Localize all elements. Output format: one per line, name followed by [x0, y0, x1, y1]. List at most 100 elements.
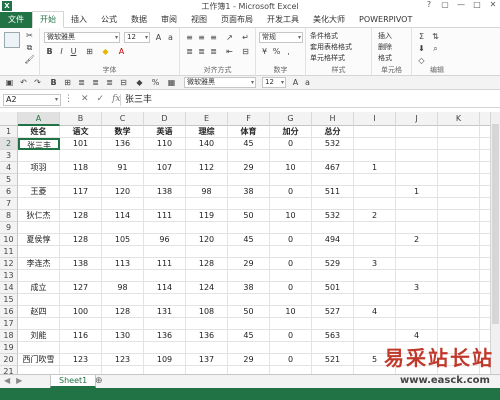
cell-j8[interactable]	[396, 210, 438, 222]
cell-k15[interactable]	[438, 294, 480, 306]
cell-a5[interactable]	[18, 174, 60, 186]
cell-b14[interactable]: 127	[60, 282, 102, 294]
row-header[interactable]: 18	[0, 330, 18, 342]
cell-j1[interactable]	[396, 126, 438, 138]
cell-f19[interactable]	[228, 342, 270, 354]
cell-k8[interactable]	[438, 210, 480, 222]
scrollbar-thumb[interactable]	[492, 124, 499, 324]
cell-h5[interactable]	[312, 174, 354, 186]
cell-h4[interactable]: 467	[312, 162, 354, 174]
cell-f1[interactable]: 体育	[228, 126, 270, 138]
cell-d11[interactable]	[144, 246, 186, 258]
cell-f17[interactable]	[228, 318, 270, 330]
cell-l7[interactable]	[480, 198, 490, 210]
cell-l10[interactable]	[480, 234, 490, 246]
italic-icon[interactable]: I	[56, 46, 67, 57]
cell-b21[interactable]	[60, 366, 102, 374]
cell-e12[interactable]: 128	[186, 258, 228, 270]
cell-a16[interactable]: 赵四	[18, 306, 60, 318]
cell-c18[interactable]: 130	[102, 330, 144, 342]
cell-g6[interactable]: 0	[270, 186, 312, 198]
cell-i14[interactable]	[354, 282, 396, 294]
cell-b16[interactable]: 100	[60, 306, 102, 318]
cell-k17[interactable]	[438, 318, 480, 330]
cell-f4[interactable]: 29	[228, 162, 270, 174]
cell-l1[interactable]	[480, 126, 490, 138]
column-header-e[interactable]: E	[186, 112, 228, 126]
cell-c19[interactable]	[102, 342, 144, 354]
underline-icon[interactable]: U	[68, 46, 79, 57]
cell-f6[interactable]: 38	[228, 186, 270, 198]
cell-k5[interactable]	[438, 174, 480, 186]
font-color-icon[interactable]: A	[116, 46, 127, 57]
paste-icon[interactable]	[4, 32, 20, 48]
cell-c15[interactable]	[102, 294, 144, 306]
qat-fill-icon[interactable]: ◆	[134, 77, 145, 88]
cell-d13[interactable]	[144, 270, 186, 282]
cell-i3[interactable]	[354, 150, 396, 162]
cell-e1[interactable]: 理综	[186, 126, 228, 138]
tab-1[interactable]: 开始	[32, 11, 64, 28]
shrink-font-icon[interactable]: a	[165, 32, 176, 43]
row-header[interactable]: 11	[0, 246, 18, 258]
cell-a12[interactable]: 李连杰	[18, 258, 60, 270]
cell-g12[interactable]: 0	[270, 258, 312, 270]
tab-3[interactable]: 公式	[94, 12, 124, 28]
cell-a3[interactable]	[18, 150, 60, 162]
cell-a17[interactable]	[18, 318, 60, 330]
cell-d7[interactable]	[144, 198, 186, 210]
cell-d18[interactable]: 136	[144, 330, 186, 342]
cell-b17[interactable]	[60, 318, 102, 330]
cell-h11[interactable]	[312, 246, 354, 258]
cell-j2[interactable]	[396, 138, 438, 150]
column-header-l[interactable]: L	[480, 112, 490, 126]
prev-sheet-icon[interactable]: ◀	[4, 376, 10, 385]
cell-g2[interactable]: 0	[270, 138, 312, 150]
row-header[interactable]: 20	[0, 354, 18, 366]
column-header-i[interactable]: I	[354, 112, 396, 126]
cell-j12[interactable]	[396, 258, 438, 270]
cell-h3[interactable]	[312, 150, 354, 162]
cell-j3[interactable]	[396, 150, 438, 162]
cell-e6[interactable]: 98	[186, 186, 228, 198]
border-icon[interactable]: ⊞	[84, 46, 95, 57]
cell-c2[interactable]: 136	[102, 138, 144, 150]
column-header-b[interactable]: B	[60, 112, 102, 126]
cell-c6[interactable]: 120	[102, 186, 144, 198]
cell-f2[interactable]: 45	[228, 138, 270, 150]
cell-d8[interactable]: 111	[144, 210, 186, 222]
qat-percent-icon[interactable]: %	[150, 77, 161, 88]
cell-a4[interactable]: 项羽	[18, 162, 60, 174]
qat-align-left-icon[interactable]: ≣	[76, 77, 87, 88]
cell-d12[interactable]: 111	[144, 258, 186, 270]
cell-l8[interactable]	[480, 210, 490, 222]
cell-e2[interactable]: 140	[186, 138, 228, 150]
row-header[interactable]: 3	[0, 150, 18, 162]
font-size-select[interactable]: 12	[124, 32, 150, 43]
cell-h16[interactable]: 527	[312, 306, 354, 318]
column-header-d[interactable]: D	[144, 112, 186, 126]
cell-h21[interactable]	[312, 366, 354, 374]
cell-i15[interactable]	[354, 294, 396, 306]
copy-icon[interactable]: ⧉	[24, 42, 35, 53]
cell-d19[interactable]	[144, 342, 186, 354]
merge-center-icon[interactable]: ⊟	[240, 46, 251, 57]
align-right-icon[interactable]: ≣	[208, 46, 219, 57]
cell-h12[interactable]: 529	[312, 258, 354, 270]
cell-c16[interactable]: 128	[102, 306, 144, 318]
cell-e7[interactable]	[186, 198, 228, 210]
cell-c12[interactable]: 113	[102, 258, 144, 270]
cell-g5[interactable]	[270, 174, 312, 186]
cell-c8[interactable]: 114	[102, 210, 144, 222]
cell-b5[interactable]	[60, 174, 102, 186]
cell-c20[interactable]: 123	[102, 354, 144, 366]
cell-b6[interactable]: 117	[60, 186, 102, 198]
cell-j17[interactable]	[396, 318, 438, 330]
bold-icon[interactable]: B	[44, 46, 55, 57]
align-left-icon[interactable]: ≣	[184, 46, 195, 57]
cell-k18[interactable]	[438, 330, 480, 342]
cell-h7[interactable]	[312, 198, 354, 210]
cell-h1[interactable]: 总分	[312, 126, 354, 138]
cell-f7[interactable]	[228, 198, 270, 210]
row-header[interactable]: 14	[0, 282, 18, 294]
